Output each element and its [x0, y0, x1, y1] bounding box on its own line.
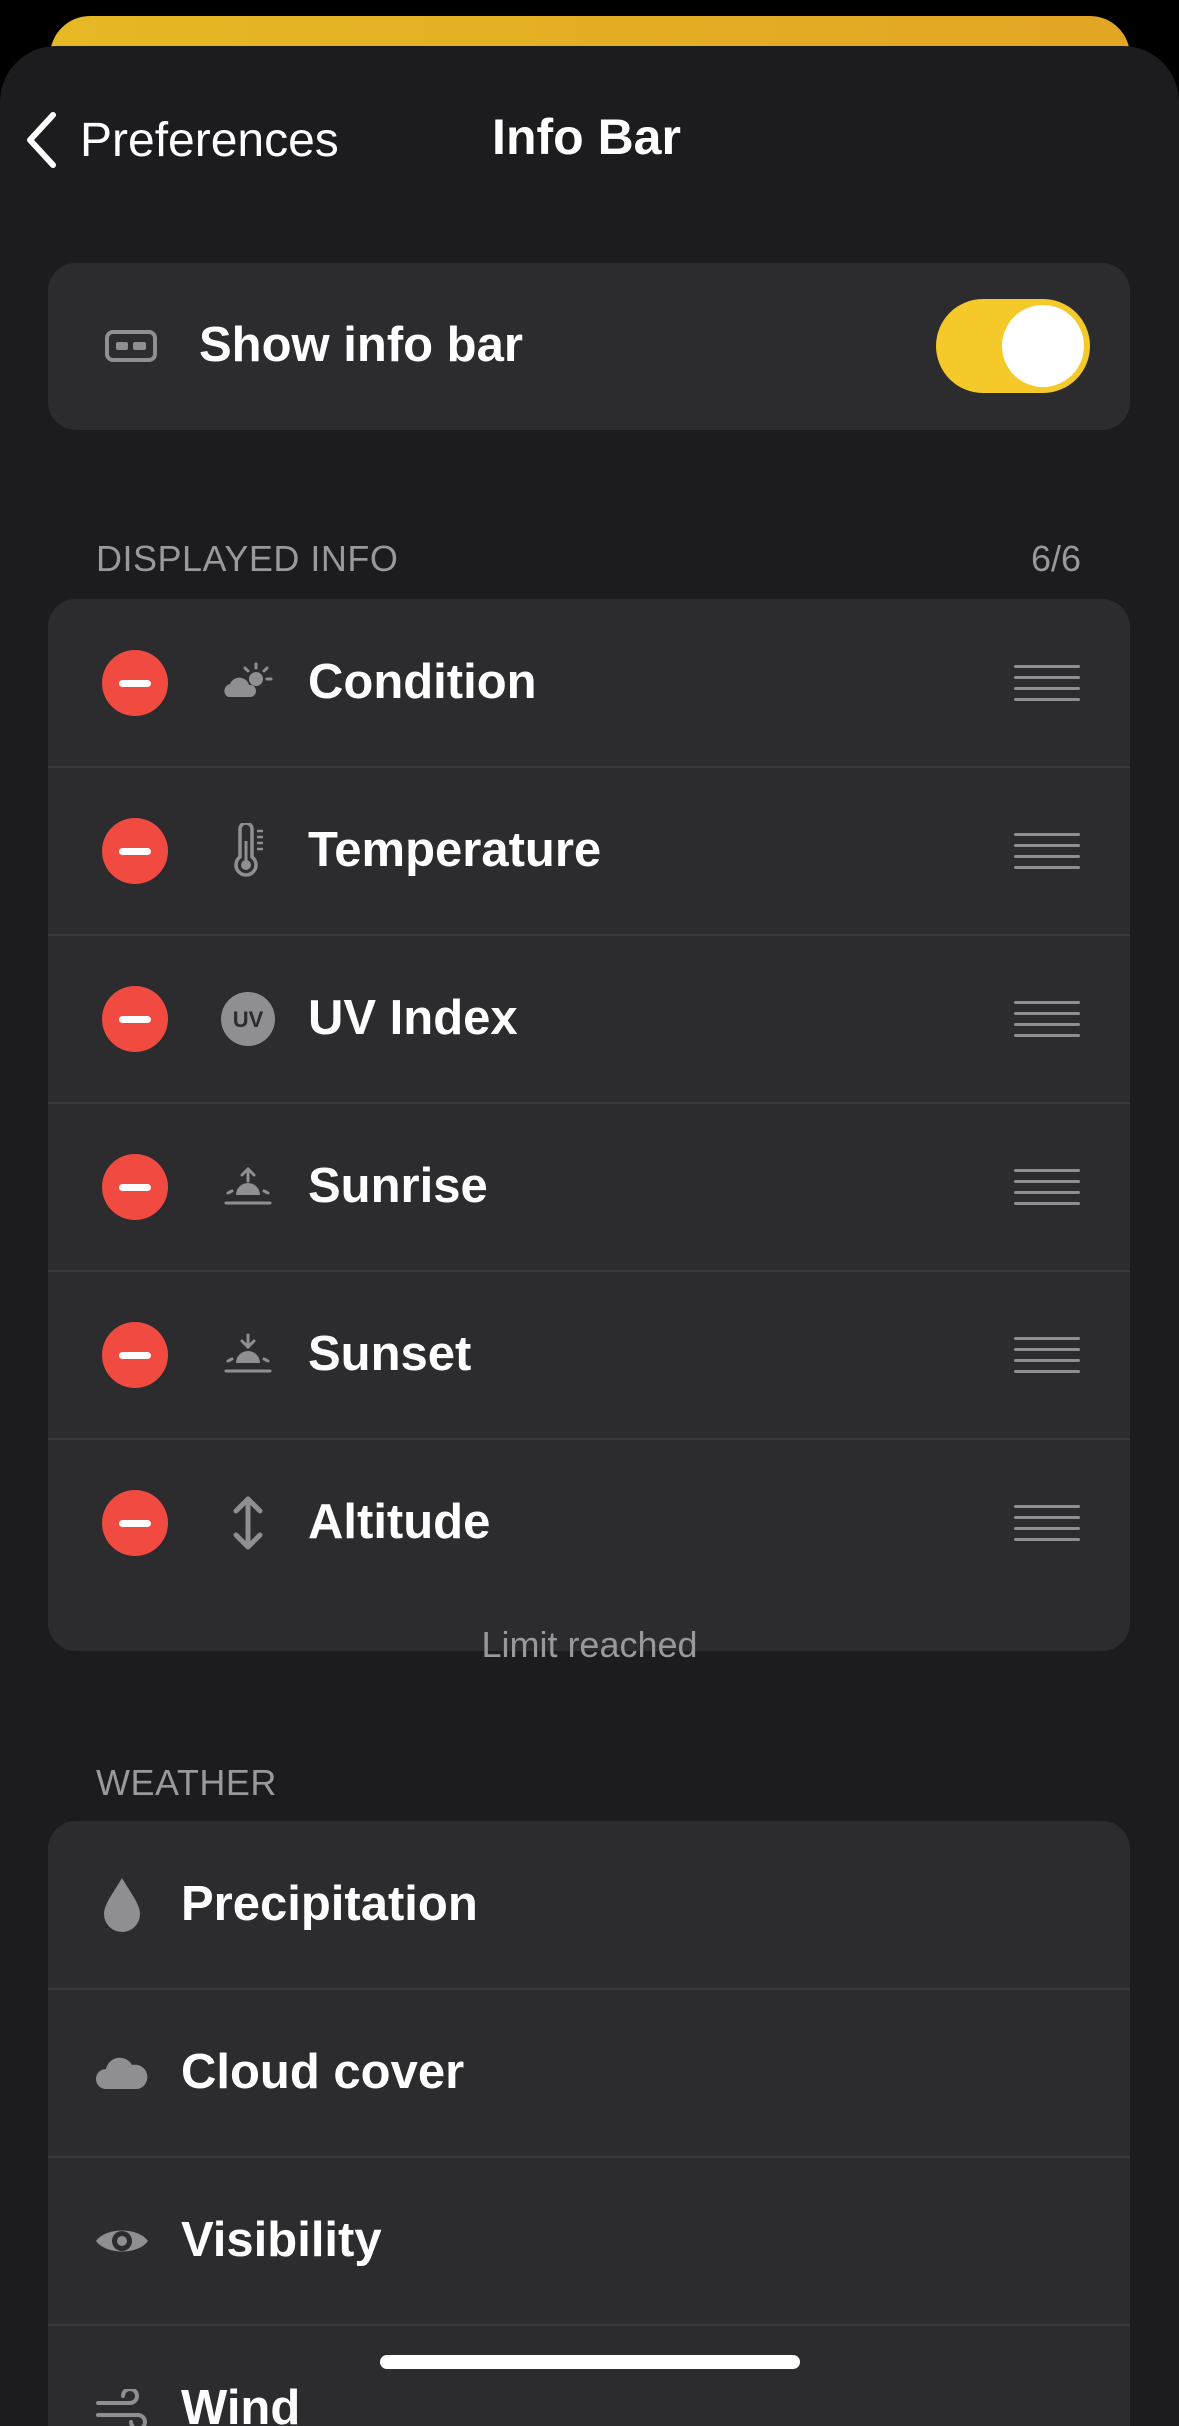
limit-reached-note: Limit reached	[481, 1624, 698, 1665]
drag-handle-icon[interactable]	[1014, 833, 1080, 869]
list-item-label: Wind	[181, 2381, 301, 2426]
uv-icon: UV	[220, 991, 276, 1047]
sunset-icon	[220, 1331, 276, 1379]
weather-list: Precipitation Cloud cover Visibility Win…	[48, 1821, 1130, 2426]
remove-sunrise-button[interactable]	[102, 1154, 168, 1220]
list-item-precipitation[interactable]: Precipitation	[48, 1821, 1130, 1989]
page-title: Info Bar	[492, 109, 681, 165]
displayed-info-count: 6/6	[1030, 538, 1081, 579]
list-item-label: Altitude	[308, 1495, 491, 1549]
show-info-bar-card: Show info bar	[48, 263, 1130, 430]
info-bar-sheet: Preferences Info Bar Show info bar DISPL…	[0, 46, 1179, 2426]
toggle-knob	[1002, 305, 1084, 387]
show-info-bar-toggle[interactable]	[936, 299, 1090, 393]
list-item-sunset: Sunset	[48, 1271, 1130, 1439]
drag-handle-icon[interactable]	[1014, 1505, 1080, 1541]
list-item-label: Sunrise	[308, 1159, 488, 1213]
sun-behind-cloud-icon	[220, 659, 276, 707]
list-item-label: Visibility	[181, 2213, 382, 2267]
thermometer-icon	[226, 823, 270, 879]
show-info-bar-label: Show info bar	[199, 318, 523, 372]
list-item-label: Condition	[308, 655, 537, 709]
list-item-cloud-cover[interactable]: Cloud cover	[48, 1989, 1130, 2157]
remove-temperature-button[interactable]	[102, 818, 168, 884]
displayed-info-header: DISPLAYED INFO	[96, 538, 399, 579]
remove-altitude-button[interactable]	[102, 1490, 168, 1556]
drag-handle-icon[interactable]	[1014, 1169, 1080, 1205]
list-item-label: Cloud cover	[181, 2045, 465, 2099]
remove-condition-button[interactable]	[102, 650, 168, 716]
list-item-label: Precipitation	[181, 1877, 478, 1931]
weather-header: WEATHER	[96, 1762, 277, 1803]
drag-handle-icon[interactable]	[1014, 665, 1080, 701]
list-item-wind[interactable]: Wind	[48, 2325, 1130, 2426]
list-item-uv-index: UV UV Index	[48, 935, 1130, 1103]
eye-icon	[94, 2219, 150, 2263]
displayed-info-list: Condition Temperature UV UV Index Sunris…	[48, 599, 1130, 1651]
drop-icon	[100, 1875, 144, 1935]
list-item-label: Temperature	[308, 823, 602, 877]
wind-icon	[94, 2385, 150, 2426]
up-down-arrow-icon	[226, 1493, 270, 1553]
drag-handle-icon[interactable]	[1014, 1001, 1080, 1037]
info-bar-icon	[104, 321, 158, 371]
list-item-visibility[interactable]: Visibility	[48, 2157, 1130, 2325]
remove-uv-index-button[interactable]	[102, 986, 168, 1052]
list-item-label: Sunset	[308, 1327, 472, 1381]
cloud-icon	[94, 2049, 150, 2097]
list-item-temperature: Temperature	[48, 767, 1130, 935]
list-item-condition: Condition	[48, 599, 1130, 767]
svg-text:UV: UV	[233, 1007, 264, 1032]
list-item-altitude: Altitude	[48, 1439, 1130, 1607]
list-item-label: UV Index	[308, 991, 518, 1045]
remove-sunset-button[interactable]	[102, 1322, 168, 1388]
navigation-bar: Preferences Info Bar	[0, 46, 1179, 216]
list-item-sunrise: Sunrise	[48, 1103, 1130, 1271]
sunrise-icon	[220, 1163, 276, 1211]
drag-handle-icon[interactable]	[1014, 1337, 1080, 1373]
home-indicator	[380, 2355, 800, 2369]
